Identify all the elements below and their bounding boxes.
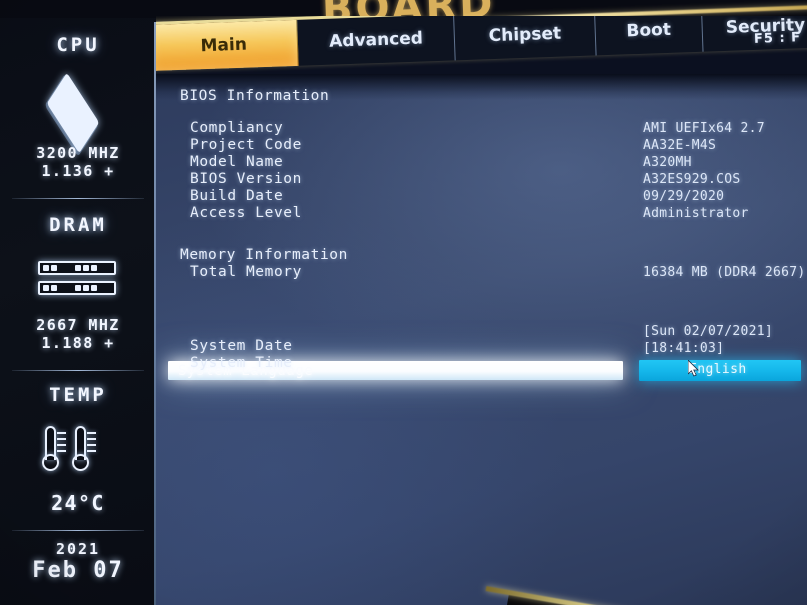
row-label-system-date[interactable]: System Date [190,338,293,354]
memory-stick-icon [38,261,118,301]
tab-boot[interactable]: Boot [595,16,704,56]
sidebar-section-temp: TEMP [0,384,156,406]
sidebar-date-day: Feb 07 [32,558,124,583]
bios-information-heading: BIOS Information [180,88,330,104]
row-label-model-name[interactable]: Model Name [190,154,283,170]
row-value-build-date: 09/29/2020 [643,189,725,204]
tab-chipset-label: Chipset [488,23,562,47]
tab-main-label: Main [200,34,248,57]
row-value-system-time: [18:41:03] [643,341,725,356]
row-label-bios-version[interactable]: BIOS Version [190,171,302,187]
hardware-monitor-sidebar: CPU 3200 MHZ 1.136 + DRAM 2667 MHZ 1.188… [0,18,156,605]
sidebar-section-dram: DRAM [0,214,156,236]
row-value-model-name: A320MH [643,155,692,170]
row-value-project-code: AA32E-M4S [643,138,717,153]
temp-section-title: TEMP [49,384,107,406]
row-label-system-time[interactable]: System Time [190,355,293,371]
tab-advanced[interactable]: Advanced [297,16,456,66]
row-value-access-level: Administrator [643,206,749,221]
row-value-compliancy: AMI UEFIx64 2.7 [643,121,765,136]
dram-voltage-value: 1.188 + [41,334,115,352]
dram-frequency-value: 2667 MHZ [36,316,120,334]
dram-section-title: DRAM [49,214,107,236]
main-content-pane: BIOS Information Compliancy Project Code… [156,74,807,605]
row-value-system-date: [Sun 02/07/2021] [643,324,774,339]
row-value-bios-version: A32ES929.COS [643,172,741,187]
tab-chipset[interactable]: Chipset [453,16,597,61]
row-label-compliancy[interactable]: Compliancy [190,120,283,136]
dram-readout: 2667 MHZ 1.188 + [0,316,156,352]
bios-setup-screen: BOARD CPU 3200 MHZ 1.136 + DRAM [0,0,807,605]
cpu-voltage-value: 1.136 + [41,162,115,180]
tab-boot-label: Boot [626,19,672,42]
sidebar-date-year: 2021 [55,540,101,558]
system-language-value: English [689,362,747,377]
row-value-total-memory: 16384 MB (DDR4 2667) [643,265,806,280]
cpu-readout: 3200 MHZ 1.136 + [0,144,156,180]
cpu-chip-icon [36,72,120,154]
tab-main[interactable]: Main [156,19,300,71]
sidebar-divider-1 [12,198,144,199]
cpu-section-title: CPU [56,34,100,56]
sidebar-section-cpu: CPU [0,34,156,56]
hotkey-hint: F5 : F [753,30,802,47]
row-label-total-memory[interactable]: Total Memory [190,264,302,280]
row-label-build-date[interactable]: Build Date [190,188,283,204]
sidebar-date: 2021 Feb 07 [0,540,156,583]
tab-advanced-label: Advanced [328,28,424,52]
cpu-frequency-value: 3200 MHZ [36,144,120,162]
row-label-project-code[interactable]: Project Code [190,137,302,153]
thermometer-icon [42,426,114,476]
temp-value: 24°C [51,491,105,515]
system-language-dropdown[interactable]: English [639,360,801,381]
temp-readout: 24°C [0,491,156,515]
sidebar-divider-3 [12,530,144,531]
memory-information-heading: Memory Information [180,247,348,263]
sidebar-divider-2 [12,370,144,371]
row-label-access-level[interactable]: Access Level [190,205,302,221]
